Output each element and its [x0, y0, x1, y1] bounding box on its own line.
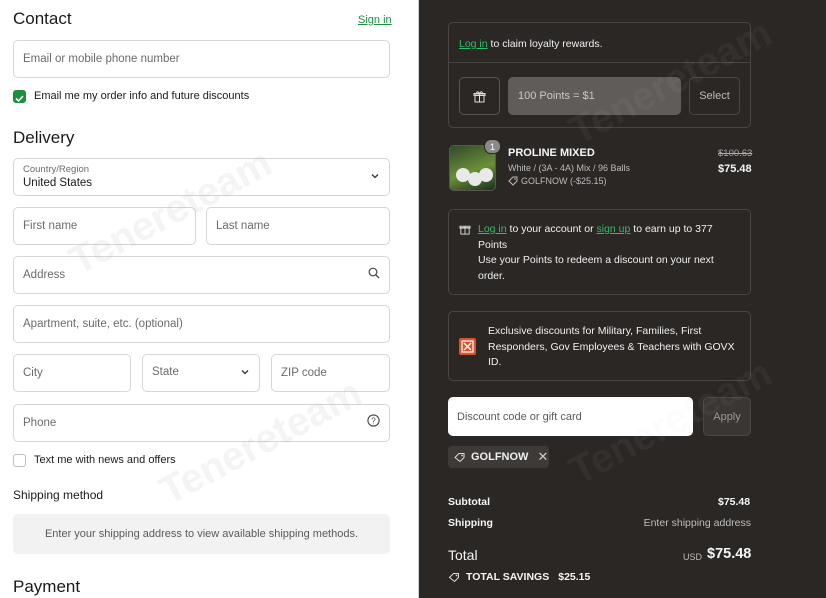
- earn-subtext: Use your Points to redeem a discount on …: [478, 254, 714, 282]
- shipping-label: Shipping: [448, 517, 493, 529]
- gift-icon: [473, 90, 486, 102]
- product-discount-text: GOLFNOW (-$25.15): [521, 176, 607, 186]
- country-label: Country/Region: [23, 164, 90, 175]
- loyalty-login-line: Log in to claim loyalty rewards.: [459, 38, 603, 50]
- product-price: $75.48: [718, 163, 752, 175]
- gift-button[interactable]: [459, 77, 500, 115]
- email-placeholder: Email or mobile phone number: [23, 53, 180, 65]
- applied-discount-chip: GOLFNOW ✕: [448, 446, 549, 468]
- last-name-placeholder: Last name: [216, 220, 270, 232]
- email-field[interactable]: Email or mobile phone number: [13, 40, 390, 78]
- text-offers-checkbox[interactable]: [13, 454, 26, 467]
- tag-icon: [508, 176, 518, 186]
- apartment-placeholder: Apartment, suite, etc. (optional): [23, 318, 183, 330]
- discount-code-input[interactable]: Discount code or gift card: [448, 397, 693, 436]
- earn-login-link[interactable]: Log in: [478, 223, 507, 235]
- product-name: PROLINE MIXED: [508, 147, 595, 159]
- earn-mid-text: to your account or: [506, 223, 597, 235]
- savings-value: $25.15: [558, 571, 591, 583]
- tag-icon: [448, 572, 459, 582]
- govx-text: Exclusive discounts for Military, Famili…: [488, 325, 735, 368]
- loyalty-login-link[interactable]: Log in: [459, 38, 488, 50]
- earn-points-word: Points: [478, 238, 508, 251]
- chevron-down-icon: [370, 168, 380, 186]
- email-offers-label: Email me my order info and future discou…: [34, 90, 250, 102]
- address-placeholder: Address: [23, 269, 66, 281]
- contact-heading: Contact: [13, 9, 72, 28]
- loyalty-claim-text: to claim loyalty rewards.: [487, 38, 603, 50]
- govx-logo-icon: [459, 338, 476, 355]
- loyalty-divider: [449, 62, 750, 63]
- zip-field[interactable]: ZIP code: [271, 354, 390, 392]
- golf-ball-image: [479, 168, 493, 182]
- total-label: Total: [448, 547, 478, 563]
- points-redeem-select[interactable]: 100 Points = $1: [508, 77, 681, 115]
- help-icon[interactable]: ?: [367, 414, 380, 432]
- first-name-placeholder: First name: [23, 220, 78, 232]
- state-placeholder: State: [152, 366, 179, 378]
- select-button[interactable]: Select: [689, 77, 740, 115]
- apply-button[interactable]: Apply: [703, 397, 751, 436]
- subtotal-label: Subtotal: [448, 496, 490, 508]
- earn-tail-text: to earn up to 377: [630, 223, 713, 235]
- phone-placeholder: Phone: [23, 417, 57, 429]
- shipping-notice-text: Enter your shipping address to view avai…: [44, 528, 359, 540]
- svg-text:?: ?: [371, 416, 376, 425]
- original-price: $100.63: [718, 148, 753, 159]
- applied-code: GOLFNOW: [471, 451, 529, 463]
- shipping-methods-notice: Enter your shipping address to view avai…: [13, 514, 390, 554]
- address-field[interactable]: Address: [13, 256, 390, 294]
- sign-in-link[interactable]: Sign in: [358, 14, 392, 26]
- search-icon: [368, 266, 380, 284]
- first-name-field[interactable]: First name: [13, 207, 196, 245]
- payment-heading: Payment: [13, 577, 81, 596]
- total-savings: TOTAL SAVINGS $25.15: [448, 571, 590, 583]
- zip-placeholder: ZIP code: [281, 367, 327, 379]
- chevron-down-icon: [240, 364, 250, 382]
- earn-signup-link[interactable]: sign up: [597, 223, 631, 235]
- shipping-value: Enter shipping address: [643, 517, 751, 529]
- email-offers-checkbox[interactable]: [13, 90, 26, 103]
- subtotal-value: $75.48: [718, 496, 751, 508]
- product-variant: White / (3A - 4A) Mix / 96 Balls: [508, 163, 631, 173]
- savings-label: TOTAL SAVINGS: [466, 571, 550, 583]
- city-field[interactable]: City: [13, 354, 131, 392]
- last-name-field[interactable]: Last name: [206, 207, 390, 245]
- earn-points-text: Log in to your account or sign up to ear…: [478, 222, 740, 284]
- country-select[interactable]: Country/Region United States: [13, 158, 390, 196]
- watermark: Tenereteam: [152, 370, 369, 514]
- remove-discount-icon[interactable]: ✕: [537, 449, 548, 465]
- text-offers-label: Text me with news and offers: [34, 454, 176, 466]
- gift-icon: [459, 222, 471, 240]
- tag-icon: [454, 452, 465, 462]
- state-select[interactable]: State: [142, 354, 260, 392]
- phone-field[interactable]: Phone ?: [13, 404, 390, 442]
- shipping-method-heading: Shipping method: [13, 488, 104, 502]
- city-placeholder: City: [23, 367, 43, 379]
- total-value: $75.48: [707, 546, 752, 562]
- delivery-heading: Delivery: [13, 128, 75, 147]
- product-discount: GOLFNOW (-$25.15): [508, 176, 607, 186]
- quantity-badge: 1: [484, 139, 501, 154]
- currency-code: USD: [683, 552, 703, 562]
- check-icon: [15, 95, 24, 103]
- apartment-field[interactable]: Apartment, suite, etc. (optional): [13, 305, 390, 343]
- checkout-form: Contact Sign in Email or mobile phone nu…: [0, 0, 418, 598]
- country-value: United States: [23, 177, 93, 189]
